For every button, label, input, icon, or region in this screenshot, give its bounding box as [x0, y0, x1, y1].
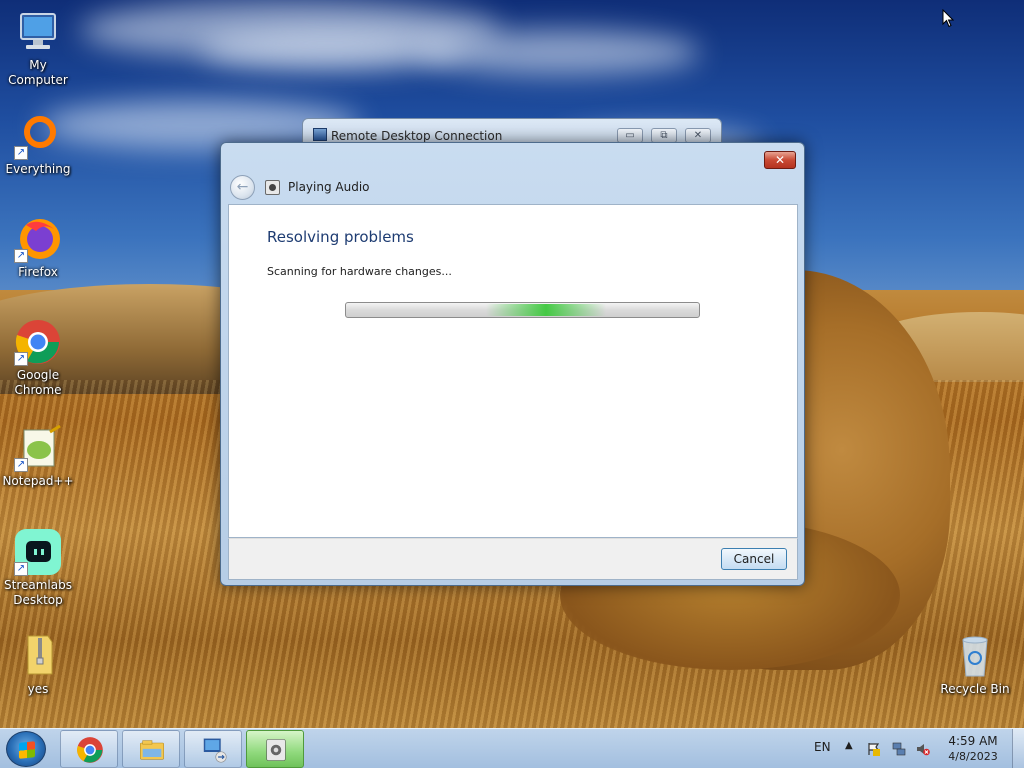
shortcut-arrow-icon: ↗	[14, 562, 28, 576]
shortcut-arrow-icon: ↗	[14, 146, 28, 160]
desktop-icon-label: Google Chrome	[14, 368, 62, 397]
desktop-icon-label: Everything	[5, 162, 71, 176]
troubleshooter-dialog: ✕ ← Playing Audio Resolving problems Sca…	[220, 142, 805, 586]
troubleshooter-icon	[266, 739, 286, 761]
close-button[interactable]: ✕	[685, 128, 711, 143]
start-button[interactable]	[6, 731, 46, 767]
desktop-icon-streamlabs[interactable]: ↗ Streamlabs Desktop	[0, 528, 76, 608]
desktop-icon-label: yes	[27, 682, 49, 696]
status-text: Scanning for hardware changes...	[267, 265, 452, 278]
show-desktop-button[interactable]	[1012, 729, 1024, 768]
speaker-icon	[265, 180, 280, 195]
desktop-icon-label: Recycle Bin	[940, 682, 1010, 696]
desktop: My Computer ↗ Everything ↗ Firefox ↗ Goo…	[0, 0, 1024, 728]
computer-icon	[14, 8, 62, 56]
remote-desktop-icon	[203, 738, 227, 763]
taskbar-app-chrome[interactable]	[60, 730, 118, 768]
taskbar-app-explorer[interactable]	[122, 730, 180, 768]
progress-bar	[345, 302, 700, 318]
explorer-icon	[140, 740, 164, 760]
firefox-icon: ↗	[14, 215, 62, 263]
zip-folder-icon	[14, 632, 62, 680]
notepadpp-icon: ↗	[14, 424, 62, 472]
taskbar-app-troubleshooter[interactable]	[246, 730, 304, 768]
chrome-icon: ↗	[14, 318, 62, 366]
taskbar-app-remote-desktop[interactable]	[184, 730, 242, 768]
shortcut-arrow-icon: ↗	[14, 249, 28, 263]
recycle-bin-icon	[951, 632, 999, 680]
progress-marquee	[486, 304, 606, 316]
desktop-icon-yes[interactable]: yes	[0, 632, 76, 697]
desktop-icon-notepadpp[interactable]: ↗ Notepad++	[0, 424, 76, 489]
network-icon[interactable]	[892, 742, 906, 756]
chrome-icon	[77, 737, 103, 763]
restore-button[interactable]: ⧉	[651, 128, 677, 143]
shortcut-arrow-icon: ↗	[14, 458, 28, 472]
shortcut-arrow-icon: ↗	[14, 352, 28, 366]
desktop-icon-firefox[interactable]: ↗ Firefox	[0, 215, 76, 280]
desktop-icon-label: Notepad++	[2, 474, 74, 488]
cancel-button[interactable]: Cancel	[721, 548, 787, 570]
window-title: Remote Desktop Connection	[331, 129, 503, 143]
desktop-icon-label: Firefox	[18, 265, 58, 279]
mouse-cursor-icon	[942, 9, 954, 28]
dialog-content: Resolving problems Scanning for hardware…	[228, 204, 798, 538]
windows-logo-icon	[19, 741, 35, 759]
clock-date: 4/8/2023	[948, 750, 998, 763]
desktop-icon-everything[interactable]: ↗ Everything	[0, 112, 76, 177]
remote-desktop-icon	[313, 128, 327, 141]
minimize-button[interactable]: ▭	[617, 128, 643, 143]
clock[interactable]: 4:59 AM 4/8/2023	[940, 733, 1006, 765]
show-hidden-icons-chevron-icon[interactable]: ▲	[845, 740, 853, 751]
taskbar: EN ▲ 4:59 AM 4/8/2023	[0, 728, 1024, 768]
desktop-icon-my-computer[interactable]: My Computer	[0, 8, 76, 88]
dialog-close-button[interactable]: ✕	[764, 151, 796, 169]
everything-icon: ↗	[14, 112, 62, 160]
dialog-footer: Cancel	[228, 538, 798, 580]
clock-time: 4:59 AM	[948, 734, 998, 748]
desktop-icon-label: Streamlabs Desktop	[4, 578, 72, 607]
streamlabs-icon: ↗	[14, 528, 62, 576]
back-button[interactable]: ←	[230, 175, 255, 200]
desktop-icon-label: My Computer	[8, 58, 68, 87]
action-center-flag-icon[interactable]	[867, 742, 881, 756]
volume-muted-icon[interactable]	[916, 742, 930, 756]
page-title: Resolving problems	[267, 228, 414, 246]
dialog-nav-title: Playing Audio	[288, 180, 370, 194]
language-indicator[interactable]: EN	[814, 740, 831, 754]
desktop-icon-google-chrome[interactable]: ↗ Google Chrome	[0, 318, 76, 398]
desktop-icon-recycle-bin[interactable]: Recycle Bin	[937, 632, 1013, 697]
